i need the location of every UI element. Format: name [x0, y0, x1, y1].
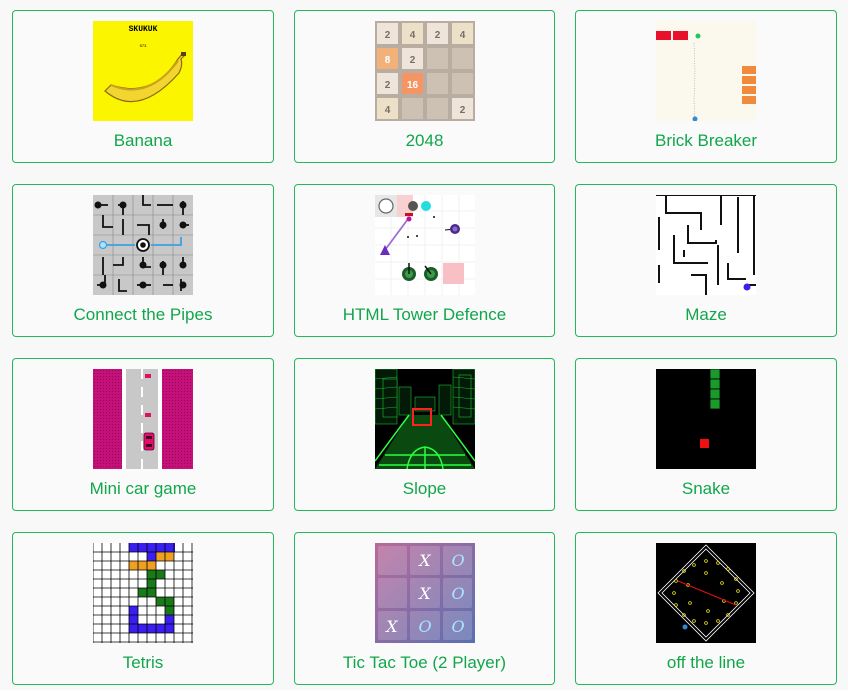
game-title: Connect the Pipes: [73, 305, 213, 324]
game-card-html-tower-defence[interactable]: HTML Tower Defence: [294, 184, 555, 337]
ttt-mark: X: [417, 551, 431, 570]
game-title: 2048: [405, 131, 444, 150]
maze-thumbnail: [656, 195, 756, 295]
ttt-mark: O: [451, 551, 464, 570]
game-card-2048[interactable]: 2 4 2 4 8 2 2 16 4 2 2048: [294, 10, 555, 163]
ttt-mark: O: [451, 584, 464, 603]
pipes-board-thumbnail: [93, 195, 193, 295]
banana-thumbnail: SKUKUK 573: [93, 21, 193, 121]
game-card-slope[interactable]: Slope: [294, 358, 555, 511]
tile: 2: [434, 30, 440, 41]
game-card-snake[interactable]: Snake: [575, 358, 837, 511]
game-card-connect-the-pipes[interactable]: Connect the Pipes: [12, 184, 274, 337]
game-card-banana[interactable]: SKUKUK 573 Banana: [12, 10, 274, 163]
game-card-tic-tac-toe[interactable]: X O X O X O O Tic Tac Toe (2 Player): [294, 532, 555, 685]
game-title: Snake: [681, 479, 731, 498]
car-road-thumbnail: [93, 369, 193, 469]
tower-defence-thumbnail: [374, 195, 475, 295]
brick-breaker-thumbnail: [656, 21, 756, 121]
game-title: Slope: [402, 479, 447, 498]
tic-tac-toe-thumbnail: X O X O X O O: [374, 543, 475, 643]
slope-neon-thumbnail: [374, 369, 475, 469]
game-title: Mini car game: [89, 479, 197, 498]
banana-thumb-score: 573: [140, 43, 147, 48]
2048-board-thumbnail: 2 4 2 4 8 2 2 16 4 2: [374, 21, 475, 121]
game-title: HTML Tower Defence: [342, 305, 507, 324]
game-title: Tetris: [122, 653, 164, 672]
game-card-off-the-line[interactable]: off the line: [575, 532, 837, 685]
game-title: Banana: [113, 131, 173, 150]
tile: 2: [459, 105, 465, 116]
tile: 4: [384, 105, 390, 116]
tetris-grid-thumbnail: [93, 543, 193, 643]
off-the-line-thumbnail: [656, 543, 756, 643]
game-card-brick-breaker[interactable]: Brick Breaker: [575, 10, 837, 163]
tile: 4: [409, 30, 415, 41]
game-title: Maze: [685, 305, 727, 324]
tile: 2: [409, 55, 415, 66]
snake-thumbnail: [656, 369, 756, 469]
ttt-mark: O: [451, 617, 464, 636]
game-card-mini-car-game[interactable]: Mini car game: [12, 358, 274, 511]
game-card-maze[interactable]: Maze: [575, 184, 837, 337]
game-title: Brick Breaker: [654, 131, 758, 150]
game-title: off the line: [666, 653, 746, 672]
tile: 2: [384, 80, 390, 91]
banana-thumb-heading: SKUKUK: [129, 25, 158, 34]
ttt-mark: O: [418, 617, 431, 636]
tile: 4: [459, 30, 465, 41]
tile: 2: [384, 30, 390, 41]
tile: 8: [384, 55, 390, 66]
ttt-mark: X: [384, 617, 398, 636]
game-grid: SKUKUK 573 Banana 2 4 2 4 8 2 2 16 4 2 2…: [12, 10, 837, 685]
game-title: Tic Tac Toe (2 Player): [342, 653, 507, 672]
tile: 16: [406, 80, 418, 91]
ttt-mark: X: [417, 584, 431, 603]
game-card-tetris[interactable]: Tetris: [12, 532, 274, 685]
